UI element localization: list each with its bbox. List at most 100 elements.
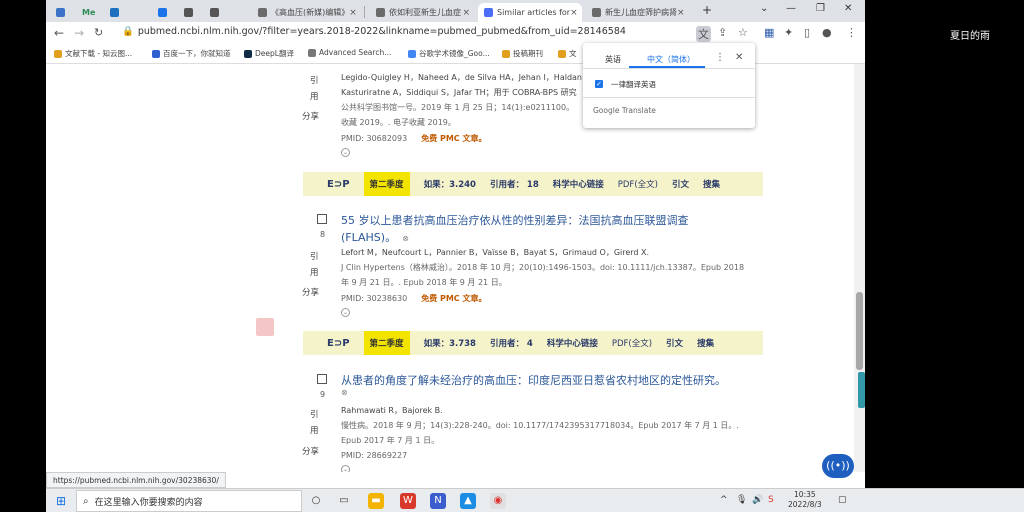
always-translate-checkbox[interactable]: ✓	[595, 80, 603, 88]
scrollbar[interactable]	[854, 64, 865, 472]
chevron-down-icon[interactable]: ⌄	[341, 465, 350, 472]
cite-label[interactable]: 引	[310, 74, 319, 86]
tab-pinned-5[interactable]	[178, 3, 198, 22]
taskbar-search-input[interactable]: ⌕ 在这里输入你要搜索的内容	[76, 490, 302, 512]
tab-search-icon[interactable]: ⌄	[760, 3, 768, 14]
article-title-link[interactable]: 从患者的角度了解未经治疗的高血压：印度尼西亚日惹省农村地区的定性研究。	[341, 372, 726, 388]
new-tab-button[interactable]: +	[702, 3, 712, 17]
microphone-icon[interactable]: 🎙	[736, 495, 747, 505]
tray-app-icon[interactable]: S	[768, 495, 774, 505]
cite-link[interactable]: 引文	[666, 337, 683, 349]
free-pmc-link[interactable]: 免费 PMC 文章。	[421, 294, 486, 303]
bookmark-folder[interactable]: 文	[558, 48, 577, 59]
cite-label[interactable]: 引	[310, 408, 319, 420]
share-label[interactable]: 分享	[302, 286, 319, 298]
chevron-down-icon[interactable]: ⌄	[341, 308, 350, 317]
chrome-icon[interactable]: ◉	[490, 493, 506, 509]
back-button[interactable]: ←	[54, 26, 64, 40]
article-epub: 年 9 月 21 日。. Epub 2018 年 9 月 21 日。	[341, 278, 507, 287]
scihub-link[interactable]: 科学中心链接	[553, 178, 604, 190]
tab-pinned-4[interactable]	[152, 3, 172, 22]
free-pmc-link[interactable]: 免费 PMC 文章。	[421, 134, 486, 143]
cite-label[interactable]: 用	[310, 266, 319, 278]
broadcast-icon[interactable]: ((•))	[822, 454, 854, 478]
quartile-badge: 第二季度	[363, 331, 410, 355]
maximize-button[interactable]: ❐	[816, 3, 825, 14]
task-view-icon[interactable]: ▭	[336, 493, 352, 509]
scrollbar-thumb[interactable]	[856, 292, 863, 370]
cite-label[interactable]: 用	[310, 90, 319, 102]
bookmark-item[interactable]: 文献下载 - 知云图...	[54, 48, 132, 59]
tab-english[interactable]: 英语	[605, 54, 621, 65]
close-icon[interactable]: ×	[677, 8, 685, 18]
side-handle[interactable]	[858, 372, 865, 408]
collect-link[interactable]: 搜集	[697, 337, 714, 349]
collect-link[interactable]: 搜集	[703, 178, 720, 190]
cite-label[interactable]: 用	[310, 424, 319, 436]
cite-label[interactable]: 引	[310, 250, 319, 262]
cortana-icon[interactable]: ○	[308, 493, 324, 509]
taskbar-clock[interactable]: 10:35 2022/8/3	[788, 490, 822, 510]
extension-icon[interactable]: ▦	[764, 26, 774, 39]
cited-by-link[interactable]: 引用者： 18	[490, 178, 539, 190]
tab-neonatal-care[interactable]: 新生儿血症筛护病肾 ×	[586, 3, 690, 22]
article-title-link[interactable]: 55 岁以上患者抗高血压治疗依从性的性别差异：法国抗高血压联盟调查	[341, 212, 689, 228]
close-icon[interactable]: ×	[462, 8, 470, 18]
menu-icon[interactable]: ⋮	[846, 26, 857, 39]
close-icon[interactable]: ×	[570, 8, 578, 18]
bookmark-star-icon[interactable]: ☆	[738, 26, 748, 39]
close-icon[interactable]: ✕	[735, 52, 743, 63]
share-label[interactable]: 分享	[302, 110, 319, 122]
always-translate-label: 一律翻译英语	[611, 80, 656, 89]
tab-chinese[interactable]: 中文（简体）	[647, 54, 695, 65]
tab-pinned-6[interactable]	[204, 3, 224, 22]
taskbar: ⊞ ⌕ 在这里输入你要搜索的内容 ○ ▭ ▬ W N ▲ ◉ ^ 🎙 🔊 S 10…	[46, 488, 1024, 512]
avatar[interactable]: ●	[822, 26, 832, 39]
pdf-link[interactable]: PDF(全文)	[612, 337, 652, 349]
minimize-button[interactable]: —	[786, 3, 796, 14]
pdf-link[interactable]: PDF(全文)	[618, 178, 658, 190]
volume-icon[interactable]: 🔊	[752, 495, 763, 505]
tab-favicon-icon	[592, 8, 601, 17]
forward-button[interactable]: →	[74, 26, 84, 40]
tab-pinned-1[interactable]	[50, 3, 70, 22]
wps-icon[interactable]: W	[400, 493, 416, 509]
bookmark-item[interactable]: Advanced Search...	[308, 48, 391, 57]
notification-icon[interactable]: ▢	[838, 495, 847, 505]
cited-by-link[interactable]: 引用者： 4	[490, 337, 533, 349]
bookmark-icon	[308, 48, 316, 57]
article-checkbox[interactable]	[317, 374, 327, 384]
article-checkbox[interactable]	[317, 214, 327, 224]
address-bar[interactable]: 🔒 pubmed.ncbi.nlm.nih.gov/?filter=years.2…	[122, 26, 626, 37]
scihub-link[interactable]: 科学中心链接	[547, 337, 598, 349]
bookmark-icon	[408, 49, 416, 58]
photos-icon[interactable]: ▲	[460, 493, 476, 509]
translate-icon[interactable]: 文	[696, 26, 711, 42]
bookmark-item[interactable]: 谷歌学术镜像_Goo...	[408, 48, 490, 59]
article-title-link[interactable]: (FLAHS)。 ⊗	[341, 229, 409, 245]
file-explorer-icon[interactable]: ▬	[368, 493, 384, 509]
close-window-button[interactable]: ✕	[844, 3, 852, 14]
close-icon[interactable]: ×	[349, 8, 357, 18]
floating-widget[interactable]	[256, 318, 274, 336]
windows-start-icon[interactable]: ⊞	[56, 494, 66, 508]
share-label[interactable]: 分享	[302, 445, 319, 457]
tab-similar-articles[interactable]: Similar articles for ×	[478, 3, 582, 22]
sidepanel-icon[interactable]: ▯	[804, 26, 810, 39]
share-icon[interactable]: ⇪	[718, 26, 727, 39]
tab-pinned-3[interactable]	[104, 3, 124, 22]
tray-chevron-up-icon[interactable]: ^	[720, 495, 728, 505]
puzzle-icon[interactable]: ✦	[784, 26, 793, 39]
tab-pinned-2[interactable]: Me	[76, 3, 100, 22]
reload-button[interactable]: ↻	[94, 26, 103, 39]
app-icon[interactable]: N	[430, 493, 446, 509]
more-options-icon[interactable]: ⋮	[715, 52, 725, 63]
bookmark-folder[interactable]: 投稿期刊	[502, 48, 543, 59]
tab-neonatal[interactable]: 依如利亚新生儿血症 ×	[370, 3, 476, 22]
article-number: 9	[320, 390, 326, 399]
tab-hypertension[interactable]: 《高血压(新媒)编辑》 ×	[252, 3, 358, 22]
bookmark-item[interactable]: 百度一下，你就知道	[152, 48, 231, 59]
chevron-down-icon[interactable]: ⌄	[341, 148, 350, 157]
bookmark-item[interactable]: DeepL翻译	[244, 48, 294, 59]
cite-link[interactable]: 引文	[672, 178, 689, 190]
